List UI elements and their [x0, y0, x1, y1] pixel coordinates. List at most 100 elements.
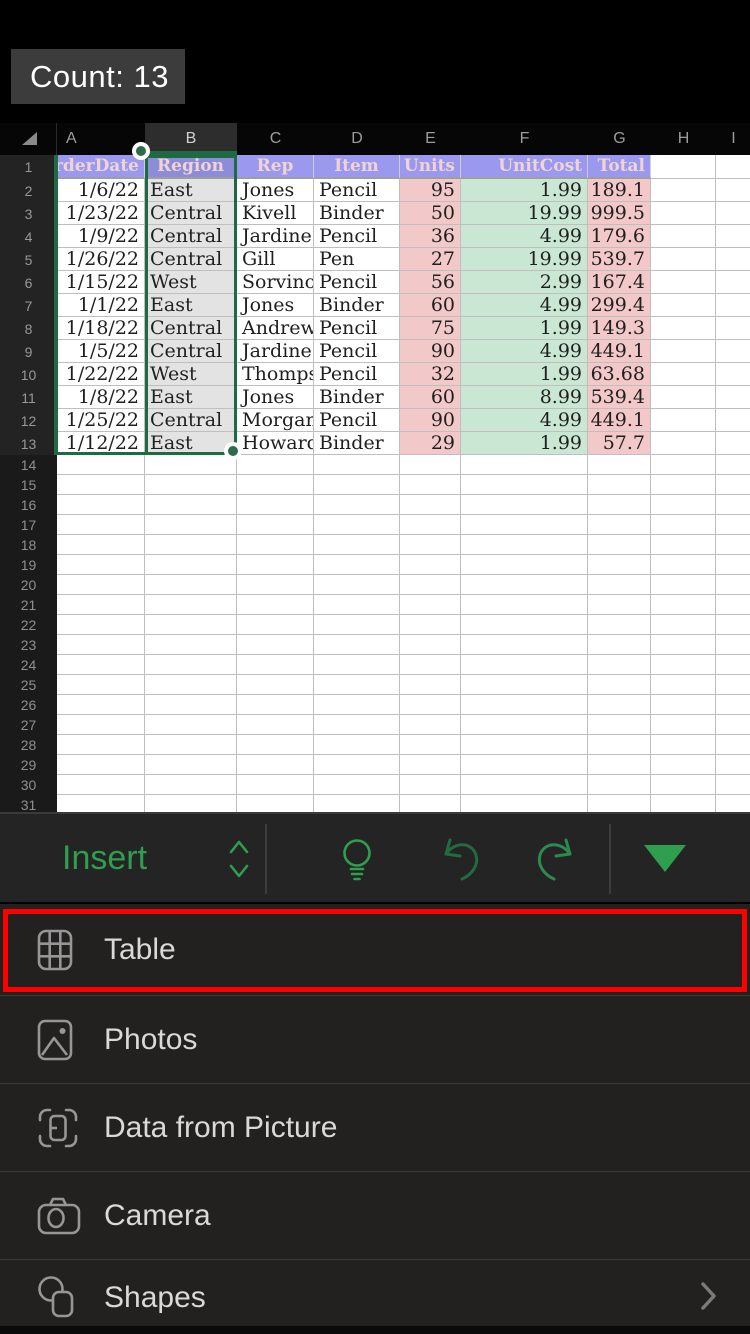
cell[interactable] — [588, 535, 651, 555]
cell[interactable] — [237, 595, 314, 615]
cell[interactable]: Pencil — [314, 225, 400, 248]
cell[interactable] — [400, 535, 461, 555]
cell[interactable]: 999.5 — [588, 202, 651, 225]
menu-item-table[interactable]: Table — [0, 904, 750, 995]
column-header-d[interactable]: D — [314, 123, 400, 155]
cell[interactable] — [716, 475, 750, 495]
cell[interactable] — [145, 775, 237, 795]
cell[interactable] — [716, 555, 750, 575]
cell[interactable] — [651, 202, 716, 225]
cell[interactable] — [57, 555, 145, 575]
row-header-28[interactable]: 28 — [0, 735, 57, 755]
cell[interactable] — [314, 735, 400, 755]
cell[interactable]: Andrews — [237, 317, 314, 340]
cell[interactable] — [237, 495, 314, 515]
cell[interactable] — [651, 455, 716, 475]
header-cell[interactable]: Rep — [237, 155, 314, 179]
ribbon-tab-stepper[interactable] — [226, 836, 252, 882]
cell[interactable] — [461, 535, 588, 555]
cell[interactable] — [237, 755, 314, 775]
cell[interactable] — [651, 515, 716, 535]
cell[interactable] — [716, 455, 750, 475]
cell[interactable] — [461, 635, 588, 655]
column-header-g[interactable]: G — [588, 123, 651, 155]
cell[interactable] — [651, 294, 716, 317]
cell[interactable] — [461, 615, 588, 635]
selection-handle-bottom[interactable] — [224, 442, 242, 460]
cell[interactable]: 1/26/22 — [57, 248, 145, 271]
cell[interactable]: 90 — [400, 340, 461, 363]
cell[interactable]: Thomps — [237, 363, 314, 386]
cell[interactable] — [145, 735, 237, 755]
cell[interactable] — [716, 675, 750, 695]
cell[interactable] — [400, 795, 461, 812]
cell[interactable] — [651, 795, 716, 812]
cell[interactable] — [651, 775, 716, 795]
cell[interactable]: 1/1/22 — [57, 294, 145, 317]
cell[interactable]: Sorvino — [237, 271, 314, 294]
cell[interactable]: 1.99 — [461, 179, 588, 202]
row-header-10[interactable]: 10 — [0, 363, 57, 386]
row-header-29[interactable]: 29 — [0, 755, 57, 775]
cell[interactable]: Pencil — [314, 363, 400, 386]
cell[interactable] — [145, 515, 237, 535]
cell[interactable]: Jones — [237, 386, 314, 409]
cell[interactable] — [651, 555, 716, 575]
cell[interactable]: 57.7 — [588, 432, 651, 455]
cell[interactable] — [716, 795, 750, 812]
cell[interactable] — [57, 455, 145, 475]
header-cell[interactable]: Total — [588, 155, 651, 179]
cell[interactable]: Kivell — [237, 202, 314, 225]
cell[interactable]: 63.68 — [588, 363, 651, 386]
cell[interactable] — [314, 595, 400, 615]
undo-button[interactable] — [433, 834, 485, 884]
cell[interactable] — [651, 340, 716, 363]
cell[interactable] — [237, 535, 314, 555]
row-header-17[interactable]: 17 — [0, 515, 57, 535]
cell[interactable]: 2.99 — [461, 271, 588, 294]
cell[interactable] — [716, 595, 750, 615]
cell[interactable] — [314, 695, 400, 715]
cell[interactable] — [314, 575, 400, 595]
row-header-30[interactable]: 30 — [0, 775, 57, 795]
cell[interactable] — [716, 386, 750, 409]
row-header-6[interactable]: 6 — [0, 271, 57, 294]
row-header-31[interactable]: 31 — [0, 795, 57, 812]
cell[interactable]: 149.3 — [588, 317, 651, 340]
row-header-7[interactable]: 7 — [0, 294, 57, 317]
row-header-1[interactable]: 1 — [0, 155, 57, 179]
cell[interactable]: 1/5/22 — [57, 340, 145, 363]
row-header-22[interactable]: 22 — [0, 615, 57, 635]
redo-button[interactable] — [531, 834, 583, 884]
cell[interactable]: 90 — [400, 409, 461, 432]
column-header-c[interactable]: C — [237, 123, 314, 155]
cell[interactable] — [314, 515, 400, 535]
row-header-16[interactable]: 16 — [0, 495, 57, 515]
cell[interactable] — [651, 695, 716, 715]
cell[interactable] — [651, 755, 716, 775]
cell[interactable] — [461, 775, 588, 795]
cell[interactable]: 1/9/22 — [57, 225, 145, 248]
column-header-i[interactable]: I — [716, 123, 750, 155]
cell[interactable] — [145, 755, 237, 775]
cell[interactable] — [588, 635, 651, 655]
row-header-3[interactable]: 3 — [0, 202, 57, 225]
cell[interactable]: Pencil — [314, 317, 400, 340]
cell[interactable] — [716, 363, 750, 386]
row-header-11[interactable]: 11 — [0, 386, 57, 409]
cell[interactable] — [314, 655, 400, 675]
cell[interactable] — [145, 695, 237, 715]
cell[interactable] — [145, 795, 237, 812]
row-header-4[interactable]: 4 — [0, 225, 57, 248]
cell[interactable] — [651, 317, 716, 340]
cell[interactable] — [237, 615, 314, 635]
cell[interactable]: Jones — [237, 179, 314, 202]
cell[interactable] — [651, 495, 716, 515]
cell[interactable]: 50 — [400, 202, 461, 225]
row-header-13[interactable]: 13 — [0, 432, 57, 455]
header-cell[interactable]: OrderDate — [57, 155, 145, 179]
cell[interactable] — [400, 455, 461, 475]
cell[interactable]: Jardine — [237, 225, 314, 248]
cell[interactable] — [716, 655, 750, 675]
cell[interactable] — [237, 555, 314, 575]
